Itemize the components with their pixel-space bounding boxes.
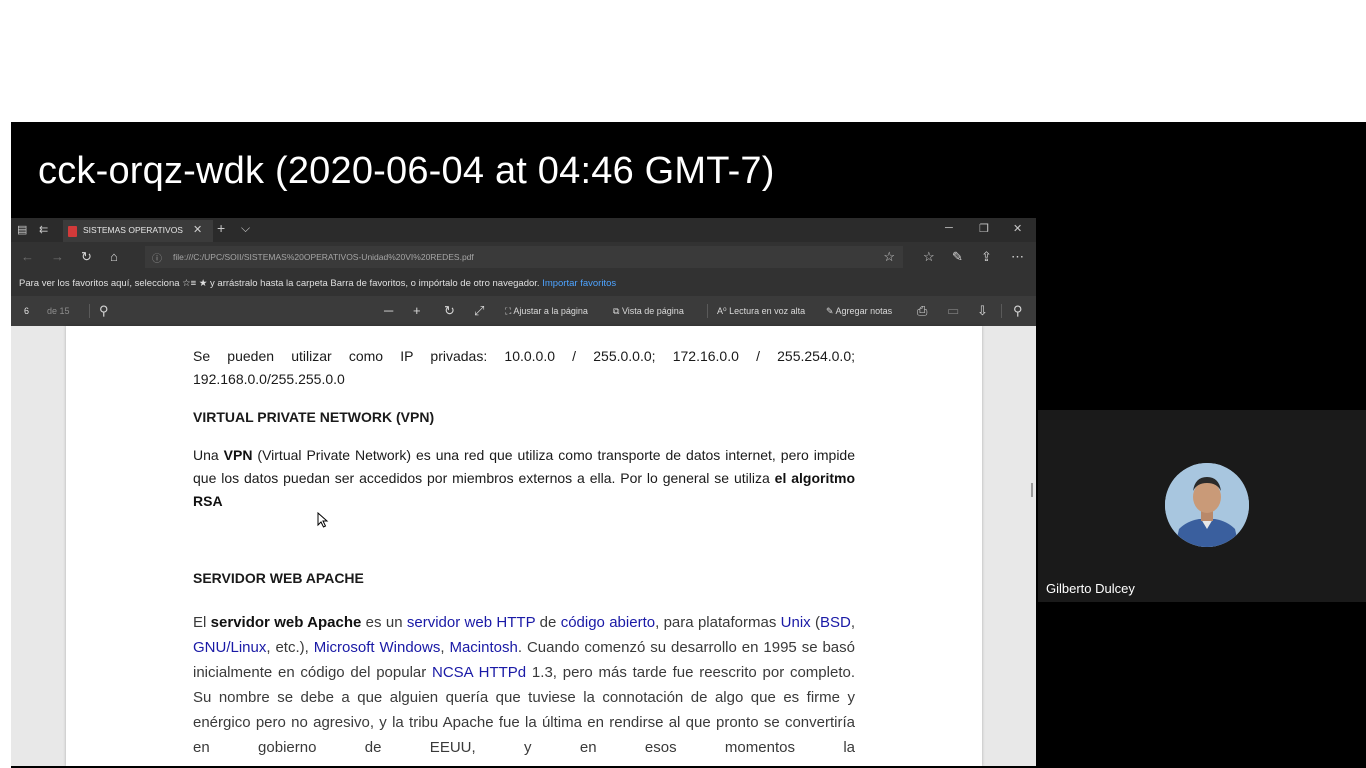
maximize-icon[interactable]: ❐ bbox=[979, 222, 989, 235]
shared-browser-window: ▤ ⇇ SISTEMAS OPERATIVOS ✕ + ⌵ ─ ❐ ✕ ← → … bbox=[11, 218, 1036, 766]
pdf-page: Se pueden utilizar como IP privadas: 10.… bbox=[66, 326, 982, 766]
pdf-toolbar: 6 de 15 ⚲ ─ + ↻ ⤢ ⛶ Ajustar a la página … bbox=[11, 296, 1036, 326]
mouse-cursor-icon bbox=[317, 512, 329, 528]
private-ip-paragraph: Se pueden utilizar como IP privadas: 10.… bbox=[193, 348, 855, 387]
tab-list-button[interactable]: ⌵ bbox=[241, 221, 250, 235]
tab-actions-icon[interactable]: ▤ bbox=[17, 223, 27, 237]
rotate-icon[interactable]: ↻ bbox=[444, 303, 455, 319]
participant-tile: Gilberto Dulcey bbox=[1038, 410, 1366, 602]
vpn-heading: VIRTUAL PRIVATE NETWORK (VPN) bbox=[193, 409, 435, 425]
apache-paragraph: El servidor web Apache es un servidor we… bbox=[193, 614, 856, 756]
print-icon[interactable]: ⎙ bbox=[917, 303, 927, 319]
zoom-out-icon[interactable]: ─ bbox=[384, 303, 393, 319]
apache-heading: SERVIDOR WEB APACHE bbox=[193, 570, 364, 586]
separator bbox=[707, 304, 708, 318]
info-icon[interactable]: ⓘ bbox=[152, 250, 162, 265]
participant-avatar bbox=[1165, 463, 1249, 547]
favorites-bar: Para ver los favoritos aquí, selecciona … bbox=[11, 272, 1036, 296]
navigation-bar: ← → ↻ ⌂ ⓘ file:///C:/UPC/SOII/SISTEMAS%2… bbox=[11, 242, 1036, 272]
page-total: de 15 bbox=[47, 306, 70, 316]
participant-name: Gilberto Dulcey bbox=[1046, 581, 1135, 596]
tab-sistemas-operativos[interactable]: SISTEMAS OPERATIVOS ✕ bbox=[63, 220, 213, 242]
search-icon[interactable]: ⚲ bbox=[99, 303, 109, 319]
read-aloud-button[interactable]: A⁰ Lectura en voz alta bbox=[717, 306, 805, 317]
address-url: file:///C:/UPC/SOII/SISTEMAS%20OPERATIVO… bbox=[173, 252, 474, 262]
pen-icon[interactable]: ✎ bbox=[952, 249, 963, 265]
pdf-file-icon bbox=[68, 226, 77, 237]
save-icon[interactable]: ▭ bbox=[947, 303, 959, 319]
page-view-button[interactable]: ⧉ Vista de página bbox=[613, 306, 684, 317]
refresh-icon[interactable]: ↻ bbox=[81, 249, 92, 265]
tab-restore-icon[interactable]: ⇇ bbox=[39, 223, 48, 237]
back-icon[interactable]: ← bbox=[21, 249, 34, 265]
scrollbar-thumb[interactable] bbox=[1031, 483, 1033, 497]
favorites-icon[interactable]: ☆ bbox=[923, 249, 935, 265]
minimize-icon[interactable]: ─ bbox=[945, 222, 953, 234]
tab-bar: ▤ ⇇ SISTEMAS OPERATIVOS ✕ + ⌵ ─ ❐ ✕ bbox=[11, 218, 1036, 242]
address-bar[interactable]: ⓘ file:///C:/UPC/SOII/SISTEMAS%20OPERATI… bbox=[145, 246, 903, 268]
top-margin bbox=[0, 0, 1366, 122]
home-icon[interactable]: ⌂ bbox=[110, 249, 118, 265]
forward-icon[interactable]: → bbox=[51, 249, 64, 265]
more-icon[interactable]: ⋯ bbox=[1011, 249, 1024, 265]
close-window-icon[interactable]: ✕ bbox=[1013, 222, 1022, 235]
page-number-input[interactable]: 6 bbox=[24, 306, 29, 316]
vpn-paragraph: Una VPN (Virtual Private Network) es una… bbox=[193, 447, 856, 509]
fit-page-button[interactable]: ⛶ Ajustar a la página bbox=[505, 306, 588, 317]
pdf-viewer[interactable]: Se pueden utilizar como IP privadas: 10.… bbox=[11, 326, 1036, 766]
add-notes-button[interactable]: ✎ Agregar notas bbox=[826, 306, 892, 317]
separator bbox=[1001, 304, 1002, 318]
import-favorites-link[interactable]: Importar favoritos bbox=[542, 278, 616, 289]
favorites-message: Para ver los favoritos aquí, selecciona … bbox=[19, 278, 617, 289]
save-as-icon[interactable]: ⇩ bbox=[977, 303, 988, 319]
tab-label: SISTEMAS OPERATIVOS bbox=[83, 225, 183, 235]
zoom-in-icon[interactable]: + bbox=[413, 303, 421, 319]
pin-icon[interactable]: ⚲ bbox=[1013, 303, 1023, 319]
close-tab-button[interactable]: ✕ bbox=[193, 223, 202, 236]
new-tab-button[interactable]: + bbox=[217, 221, 225, 235]
person-icon bbox=[1165, 463, 1249, 547]
meeting-title: cck-orqz-wdk (2020-06-04 at 04:46 GMT-7) bbox=[38, 150, 775, 192]
separator bbox=[89, 304, 90, 318]
star-icon[interactable]: ☆ bbox=[883, 249, 895, 265]
fullscreen-icon[interactable]: ⤢ bbox=[474, 303, 484, 319]
share-icon[interactable]: ⇪ bbox=[981, 249, 992, 265]
